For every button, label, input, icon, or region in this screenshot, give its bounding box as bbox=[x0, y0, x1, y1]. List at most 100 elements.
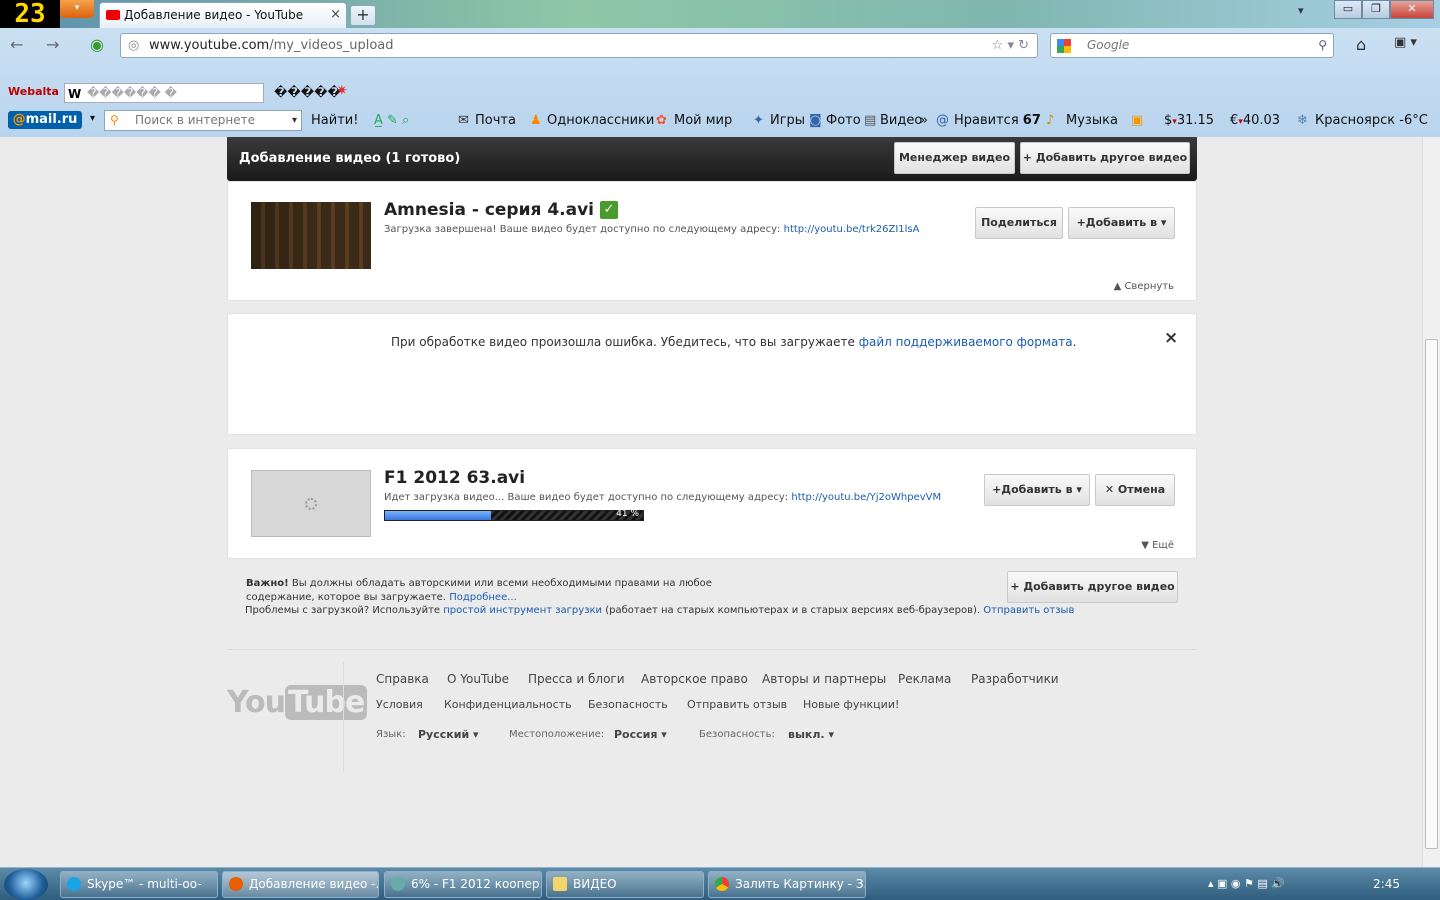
likes-link[interactable]: Нравится 67 bbox=[954, 113, 1041, 128]
webalta-toolbar: Webalta W ������ � �������� ����� ✷ bbox=[0, 80, 1440, 108]
mailru-logo[interactable]: @mail.ru bbox=[8, 111, 82, 129]
weather-link[interactable]: Красноярск -6°C bbox=[1315, 113, 1428, 128]
firefox-menu-button[interactable]: ▾ bbox=[60, 0, 94, 18]
add-to-button[interactable]: +Добавить в ▾ bbox=[984, 474, 1090, 506]
w-icon: W bbox=[68, 87, 82, 101]
maximize-button[interactable]: ❐ bbox=[1362, 0, 1390, 19]
safety-select[interactable]: выкл. ▾ bbox=[788, 728, 834, 741]
more-chevron-icon[interactable]: » bbox=[920, 113, 928, 128]
navigation-bar: ← → ◉ ◎ www.youtube.com/my_videos_upload… bbox=[0, 28, 1440, 64]
location-select[interactable]: Россия ▾ bbox=[614, 728, 667, 741]
task-skype[interactable]: Skype™ - multi-oo- bbox=[60, 871, 218, 898]
language-select[interactable]: Русский ▾ bbox=[418, 728, 479, 741]
bookmarks-icon[interactable]: ▣ ▾ bbox=[1394, 35, 1417, 50]
video-status: Загрузка завершена! Ваше видео будет дос… bbox=[384, 224, 920, 235]
webalta-logo[interactable]: Webalta bbox=[8, 85, 59, 98]
find-button[interactable]: Найти! bbox=[311, 113, 358, 128]
forward-icon[interactable]: → bbox=[46, 35, 59, 54]
footer-link-ads[interactable]: Реклама bbox=[898, 672, 951, 686]
footer-link-terms[interactable]: Условия bbox=[376, 698, 423, 711]
footer-link-help[interactable]: Справка bbox=[376, 672, 429, 686]
footer-link-copyright[interactable]: Авторское право bbox=[641, 672, 748, 686]
footer-link-developers[interactable]: Разработчики bbox=[971, 672, 1059, 686]
task-chrome[interactable]: Залить Картинку - З... bbox=[708, 871, 866, 898]
tab-title: Добавление видео - YouTube bbox=[124, 8, 304, 22]
upload-header: Добавление видео (1 готово) Менеджер вид… bbox=[227, 137, 1197, 181]
tab-close-icon[interactable]: × bbox=[330, 3, 341, 27]
video-thumbnail-placeholder bbox=[251, 470, 371, 537]
firefox-icon bbox=[229, 877, 243, 891]
webalta-search-field[interactable]: W ������ � �������� bbox=[64, 83, 264, 103]
chevron-down-icon: ▾ bbox=[291, 115, 297, 126]
video-manager-button[interactable]: Менеджер видео bbox=[894, 142, 1015, 174]
google-icon bbox=[1057, 39, 1071, 53]
add-to-button[interactable]: +Добавить в ▾ bbox=[1068, 207, 1175, 239]
share-button[interactable]: Поделиться bbox=[975, 207, 1063, 239]
mymir-link[interactable]: Мой мир bbox=[674, 113, 732, 128]
footer-link-creators[interactable]: Авторы и партнеры bbox=[762, 672, 886, 686]
new-tab-button[interactable]: + bbox=[350, 5, 376, 26]
photo-link[interactable]: Фото bbox=[826, 113, 861, 128]
bookmark-star-icon[interactable]: ☆ ▾ ↻ bbox=[992, 34, 1029, 57]
clock[interactable]: 2:45 bbox=[1373, 877, 1400, 891]
send-feedback-link[interactable]: Отправить отзыв bbox=[983, 605, 1074, 616]
music-link[interactable]: Музыка bbox=[1066, 113, 1118, 128]
cancel-button[interactable]: ✕ Отмена bbox=[1095, 474, 1175, 506]
mail-link[interactable]: Почта bbox=[475, 113, 516, 128]
translate-icon[interactable]: A̲ ✎ ⌕ bbox=[374, 113, 409, 128]
browser-tab[interactable]: Добавление видео - YouTube × bbox=[99, 2, 347, 28]
plus-icon: + bbox=[1022, 151, 1036, 164]
search-icon: ⚲ bbox=[110, 113, 119, 127]
search-bar[interactable]: Google ⚲ bbox=[1050, 33, 1334, 58]
odnoklassniki-link[interactable]: Одноклассники bbox=[547, 113, 654, 128]
close-button[interactable]: ✕ bbox=[1390, 0, 1434, 19]
eur-rate[interactable]: €▾40.03 bbox=[1230, 113, 1280, 128]
error-card: При обработке видео произошла ошибка. Уб… bbox=[227, 313, 1197, 435]
add-other-video-button[interactable]: + Добавить другое видео bbox=[1020, 142, 1190, 174]
supported-format-link[interactable]: файл поддерживаемого формата bbox=[859, 335, 1073, 349]
footer-link-press[interactable]: Пресса и блоги bbox=[528, 672, 625, 686]
video-link[interactable]: http://youtu.be/Yj2oWhpevVM bbox=[791, 492, 941, 503]
youtube-favicon-icon bbox=[106, 10, 120, 20]
garbled-label[interactable]: ����� bbox=[274, 85, 341, 99]
youtube-logo[interactable]: You Tube bbox=[227, 685, 368, 720]
home-icon[interactable]: ⌂ bbox=[1356, 35, 1366, 54]
collapse-link[interactable]: ▲ Свернуть bbox=[1114, 281, 1174, 292]
footer-link-feedback[interactable]: Отправить отзыв bbox=[687, 698, 787, 711]
more-link[interactable]: ▼ Ещё bbox=[1141, 540, 1174, 551]
close-icon[interactable]: × bbox=[1164, 328, 1178, 348]
video-link[interactable]: http://youtu.be/trk26ZI1lsA bbox=[784, 224, 920, 235]
tray-icons[interactable]: ▴ ▣ ◉ ⚑ ▤ 🔊 bbox=[1208, 877, 1285, 890]
progress-fill bbox=[385, 511, 491, 520]
addon-icon[interactable]: ◉ bbox=[90, 35, 104, 54]
add-other-video-button-bottom[interactable]: + Добавить другое видео bbox=[1007, 571, 1178, 603]
footer-link-privacy[interactable]: Конфиденциальность bbox=[444, 698, 572, 711]
games-link[interactable]: Игры bbox=[770, 113, 805, 128]
usd-rate[interactable]: $▾31.15 bbox=[1164, 113, 1214, 128]
task-firefox[interactable]: Добавление видео -... bbox=[222, 871, 379, 898]
video-title: Amnesia - серия 4.avi ✓ bbox=[384, 200, 618, 220]
video-thumbnail[interactable] bbox=[251, 202, 371, 269]
mailru-menu-icon[interactable]: ▾ bbox=[90, 113, 95, 124]
task-folder[interactable]: ВИДЕО bbox=[546, 871, 704, 898]
footer-link-new-features[interactable]: Новые функции! bbox=[803, 698, 899, 711]
mail-icon: ✉ bbox=[458, 113, 469, 128]
mailru-search-input[interactable]: ⚲ Поиск в интернете ▾ bbox=[104, 110, 302, 131]
footer-link-about[interactable]: О YouTube bbox=[447, 672, 509, 686]
tab-list-icon[interactable]: ▾ bbox=[1298, 4, 1304, 17]
search-icon[interactable]: ⚲ bbox=[1318, 34, 1327, 57]
more-info-link[interactable]: Подробнее... bbox=[449, 592, 517, 603]
back-icon[interactable]: ← bbox=[10, 35, 23, 54]
video-link[interactable]: Видео bbox=[880, 113, 922, 128]
vertical-scrollbar[interactable] bbox=[1422, 137, 1440, 867]
url-bar[interactable]: ◎ www.youtube.com/my_videos_upload ☆ ▾ ↻ bbox=[120, 33, 1038, 58]
simple-uploader-link[interactable]: простой инструмент загрузки bbox=[443, 605, 602, 616]
gear-icon[interactable]: ✷ bbox=[336, 83, 348, 99]
scrollbar-thumb[interactable] bbox=[1425, 339, 1438, 849]
odnoklassniki-mail-icon[interactable]: ▣ bbox=[1131, 113, 1143, 128]
minimize-button[interactable]: ▭ bbox=[1334, 0, 1362, 19]
mymir-icon: ✿ bbox=[656, 113, 667, 128]
task-torrent[interactable]: 6% - F1 2012 коопер... bbox=[384, 871, 542, 898]
footer-link-safety[interactable]: Безопасность bbox=[588, 698, 668, 711]
start-button[interactable] bbox=[4, 869, 48, 900]
